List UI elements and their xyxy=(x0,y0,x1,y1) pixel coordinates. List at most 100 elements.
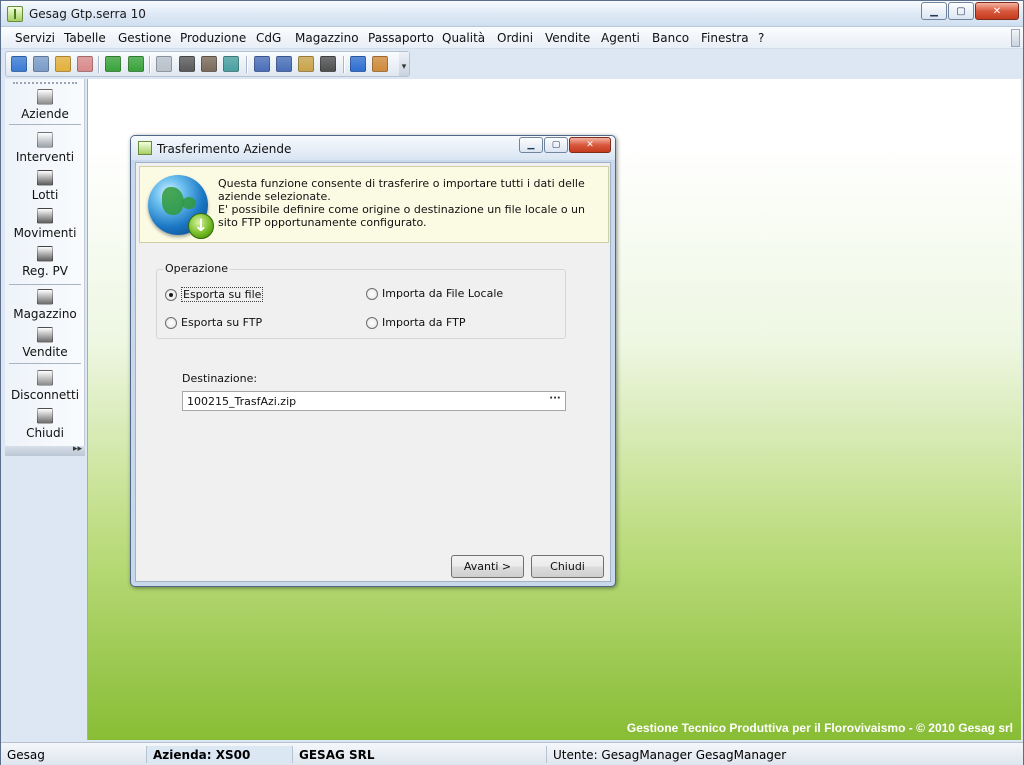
sidebar-item-vendite[interactable]: Vendite xyxy=(5,327,85,359)
sidebar-item-label: Movimenti xyxy=(13,226,77,240)
refresh-icon[interactable] xyxy=(223,56,239,72)
destination-field[interactable]: 100215_TrasfAzi.zip ··· xyxy=(182,391,566,411)
keyboard-icon xyxy=(37,170,53,186)
radio-button[interactable] xyxy=(366,287,378,300)
radio-label[interactable]: Importa da File Locale xyxy=(382,287,503,300)
radio-importa-ftp[interactable]: Importa da FTP xyxy=(366,316,465,329)
sidebar-divider xyxy=(9,363,81,364)
sidebar-divider xyxy=(9,284,81,285)
maximize-button[interactable]: ▢ xyxy=(948,2,974,20)
sidebar-grip[interactable] xyxy=(13,82,77,84)
title-bar[interactable]: Gesag Gtp.serra 10 ▁ ▢ ✕ xyxy=(1,1,1023,27)
sidebar-item-label: Aziende xyxy=(21,107,69,121)
menu-item-[interactable]: ? xyxy=(758,31,764,45)
sidebar-item-aziende[interactable]: Aziende xyxy=(5,89,85,121)
operation-legend: Operazione xyxy=(163,262,230,275)
sidebar-item-magazzino[interactable]: Magazzino xyxy=(5,289,85,321)
sidebar-item-label: Disconnetti xyxy=(10,388,80,402)
sidebar-item-interventi[interactable]: Interventi xyxy=(5,132,85,164)
menu-item-servizi[interactable]: Servizi xyxy=(15,31,55,45)
transfer-icon[interactable] xyxy=(320,56,336,72)
sidebar-item-movimenti[interactable]: Movimenti xyxy=(5,208,85,240)
menu-item-qualit[interactable]: Qualità xyxy=(442,31,485,45)
menu-item-vendite[interactable]: Vendite xyxy=(545,31,590,45)
dialog-maximize-button[interactable]: ▢ xyxy=(544,137,568,153)
exit-door-icon xyxy=(37,408,53,424)
documents-icon[interactable] xyxy=(298,56,314,72)
toolbar-overflow-button[interactable]: ▾ xyxy=(399,52,409,76)
sidebar-footer[interactable]: ▸▸ xyxy=(5,444,85,456)
menu-item-finestra[interactable]: Finestra xyxy=(701,31,749,45)
transfer-dialog: Trasferimento Aziende ▁ ▢ ✕ ↓ Questa fun… xyxy=(130,135,616,587)
radio-button[interactable] xyxy=(165,316,177,329)
info-line-2: E' possibile definire come origine o des… xyxy=(218,203,585,229)
sidebar-item-disconnetti[interactable]: Disconnetti xyxy=(5,370,85,402)
folder-icon[interactable] xyxy=(55,56,71,72)
globe-download-icon: ↓ xyxy=(148,175,214,239)
dialog-body: ↓ Questa funzione consente di trasferire… xyxy=(135,162,611,582)
next-button[interactable]: Avanti > xyxy=(451,555,524,578)
copy-icon[interactable] xyxy=(33,56,49,72)
forward-arrow-icon[interactable] xyxy=(128,56,144,72)
toolbar-separator xyxy=(149,56,150,73)
tag-icon[interactable] xyxy=(77,56,93,72)
box-icon[interactable] xyxy=(201,56,217,72)
hand-icon[interactable] xyxy=(156,56,172,72)
toolbar-separator xyxy=(98,56,99,73)
menu-item-passaporto[interactable]: Passaporto xyxy=(368,31,434,45)
close-button[interactable]: ✕ xyxy=(975,2,1019,20)
warehouse-icon xyxy=(37,289,53,305)
radio-label[interactable]: Importa da FTP xyxy=(382,316,465,329)
app-logo-icon xyxy=(7,6,23,22)
radio-importa-file-locale[interactable]: Importa da File Locale xyxy=(366,287,503,300)
menu-item-magazzino[interactable]: Magazzino xyxy=(295,31,359,45)
back-arrow-icon[interactable] xyxy=(105,56,121,72)
sidebar-item-reg-pv[interactable]: Reg. PV xyxy=(5,246,85,278)
status-app: Gesag xyxy=(1,746,147,763)
destination-label: Destinazione: xyxy=(182,372,258,385)
sidebar-item-label: Interventi xyxy=(15,150,75,164)
toolbar-separator xyxy=(343,56,344,73)
dialog-chiudi-button[interactable]: Chiudi xyxy=(531,555,604,578)
keyboard-icon[interactable] xyxy=(179,56,195,72)
sidebar-item-lotti[interactable]: Lotti xyxy=(5,170,85,202)
sidebar-expand-icon[interactable]: ▸▸ xyxy=(73,444,82,454)
dialog-app-icon xyxy=(138,141,152,155)
info-icon[interactable] xyxy=(350,56,366,72)
destination-value[interactable]: 100215_TrasfAzi.zip xyxy=(187,395,296,408)
menu-item-ordini[interactable]: Ordini xyxy=(497,31,533,45)
dialog-title-bar[interactable]: Trasferimento Aziende ▁ ▢ ✕ xyxy=(131,136,615,160)
status-company: GESAG SRL xyxy=(293,746,547,763)
minimize-button[interactable]: ▁ xyxy=(921,2,947,20)
menu-item-banco[interactable]: Banco xyxy=(652,31,689,45)
menu-item-agenti[interactable]: Agenti xyxy=(601,31,640,45)
radio-esporta-file[interactable]: Esporta su file xyxy=(165,287,264,302)
browse-button[interactable]: ··· xyxy=(547,394,563,408)
sidebar-item-label: Chiudi xyxy=(26,426,64,440)
calendar-week-icon[interactable] xyxy=(276,56,292,72)
menu-item-gestione[interactable]: Gestione xyxy=(118,31,171,45)
radio-button[interactable] xyxy=(165,288,177,301)
menu-item-cdg[interactable]: CdG xyxy=(256,31,281,45)
dialog-close-button[interactable]: ✕ xyxy=(569,137,611,153)
radio-button[interactable] xyxy=(366,316,378,329)
calendar-icon xyxy=(37,327,53,343)
calendar-icon[interactable] xyxy=(254,56,270,72)
info-panel: ↓ Questa funzione consente di trasferire… xyxy=(139,166,609,243)
box-icon xyxy=(37,208,53,224)
menu-item-tabelle[interactable]: Tabelle xyxy=(64,31,106,45)
sidebar-item-chiudi[interactable]: Chiudi xyxy=(5,408,85,440)
sidebar-item-label: Reg. PV xyxy=(22,264,68,278)
sidebar: ▸▸ Aziende Interventi Lotti Movimenti Reg. P… xyxy=(5,79,85,456)
flower-icon xyxy=(37,89,53,105)
dialog-minimize-button[interactable]: ▁ xyxy=(519,137,543,153)
radio-label[interactable]: Esporta su FTP xyxy=(181,316,262,329)
radio-label[interactable]: Esporta su file xyxy=(181,287,264,302)
user-icon[interactable] xyxy=(372,56,388,72)
radio-esporta-ftp[interactable]: Esporta su FTP xyxy=(165,316,262,329)
menu-item-produzione[interactable]: Produzione xyxy=(180,31,246,45)
home-icon[interactable] xyxy=(11,56,27,72)
toolbar-separator xyxy=(246,56,247,73)
menu-overflow-handle[interactable] xyxy=(1011,29,1020,47)
hand-icon xyxy=(37,132,53,148)
